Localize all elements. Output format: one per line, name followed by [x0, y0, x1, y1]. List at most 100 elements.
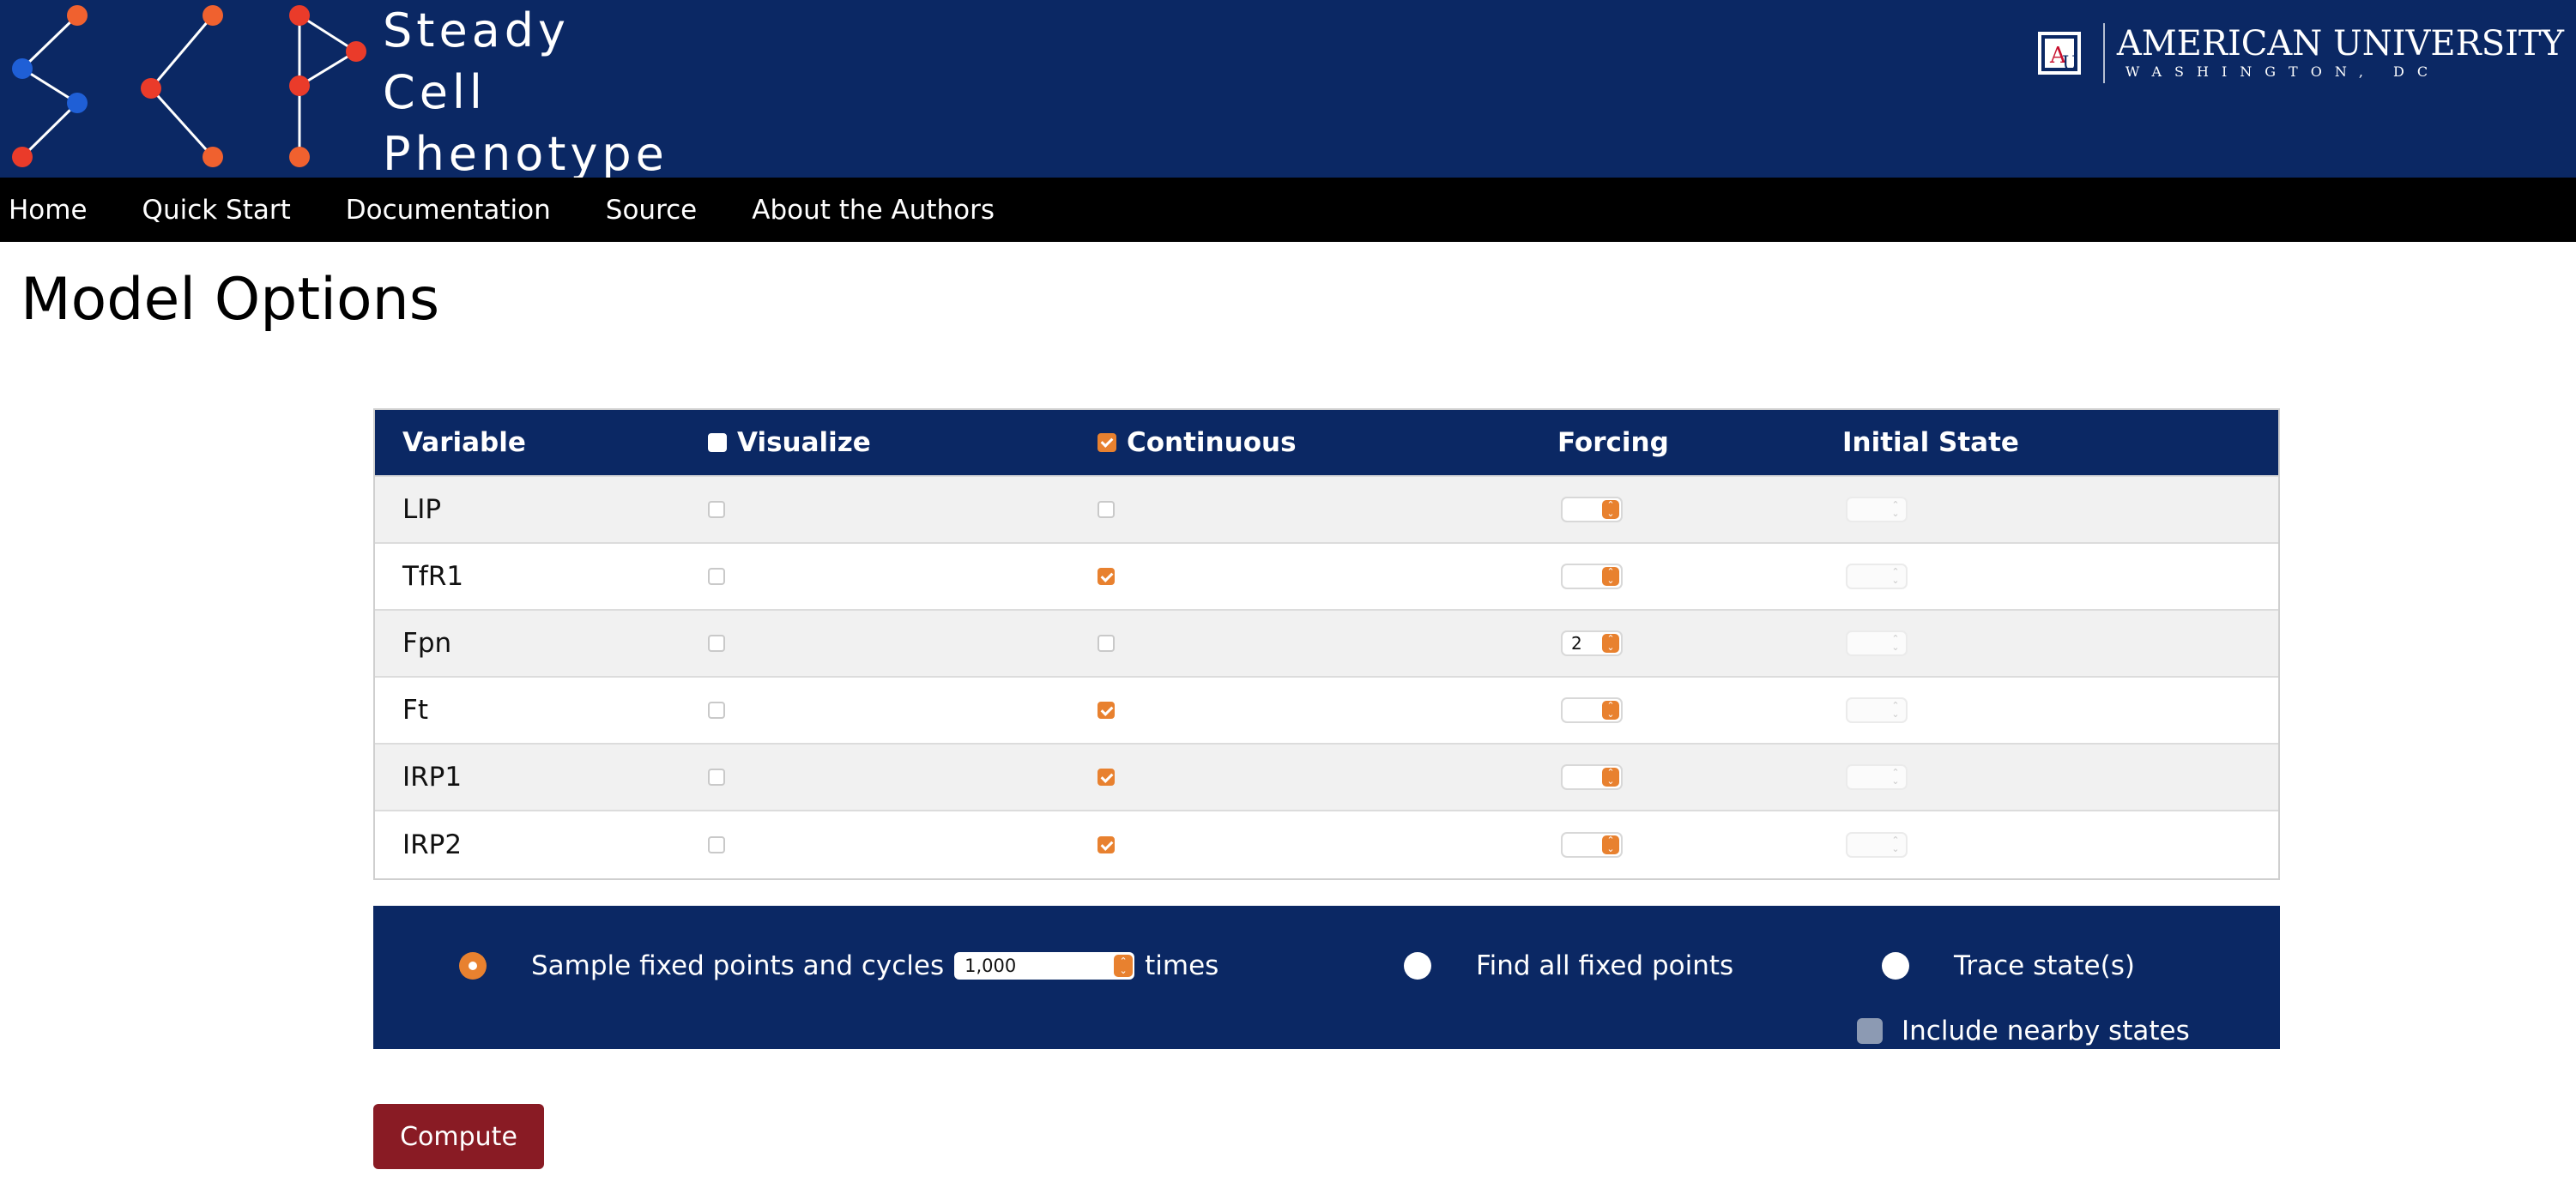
- continuous-cell: [1087, 769, 1557, 787]
- variable-label: IRP1: [402, 762, 463, 793]
- initial-state-select[interactable]: ⌃ ⌄: [1846, 630, 1908, 656]
- sample-radio[interactable]: [459, 952, 487, 980]
- continuous-cell: [1087, 836, 1557, 854]
- initial-state-select[interactable]: ⌃ ⌄: [1846, 764, 1908, 790]
- site-title-line: Steady: [383, 3, 570, 57]
- sample-count-input[interactable]: 1,000 ⌃ ⌄: [954, 952, 1135, 980]
- continuous-checkbox[interactable]: [1098, 635, 1115, 653]
- visualize-checkbox[interactable]: [708, 501, 725, 519]
- variable-name: TfR1: [375, 561, 698, 592]
- trace-label: Trace state(s): [1954, 950, 2135, 981]
- nav-home[interactable]: Home: [0, 195, 115, 226]
- continuous-all-checkbox[interactable]: [1098, 433, 1116, 452]
- forcing-select[interactable]: ⌃ ⌄: [1561, 764, 1623, 790]
- header-variable-label: Variable: [402, 427, 526, 458]
- variable-label: LIP: [402, 494, 442, 525]
- nav-documentation[interactable]: Documentation: [337, 195, 578, 226]
- sample-option: Sample fixed points and cycles 1,000 ⌃ ⌄ …: [459, 950, 1218, 981]
- variable-label: IRP2: [402, 829, 463, 860]
- visualize-cell: [698, 702, 1087, 720]
- variable-label: TfR1: [402, 561, 464, 592]
- times-label: times: [1145, 950, 1219, 981]
- visualize-cell: [698, 836, 1087, 854]
- variable-name: Ft: [375, 695, 698, 726]
- variable-name: IRP1: [375, 762, 698, 793]
- initial-state-select[interactable]: ⌃ ⌄: [1846, 832, 1908, 858]
- forcing-select[interactable]: ⌃ ⌄: [1561, 564, 1623, 589]
- find-all-option: Find all fixed points: [1404, 950, 1733, 981]
- header-continuous-label: Continuous: [1127, 427, 1297, 458]
- variable-name: IRP2: [375, 829, 698, 860]
- initial-state-cell: ⌃ ⌄: [1842, 630, 2271, 656]
- header-forcing: Forcing: [1557, 427, 1842, 458]
- trace-option: Trace state(s): [1882, 950, 2135, 981]
- table-header-row: Variable Visualize Continuous Forcing In…: [375, 410, 2278, 477]
- initial-state-cell: ⌃ ⌄: [1842, 764, 2271, 790]
- nearby-option: Include nearby states: [1857, 1016, 2190, 1046]
- continuous-checkbox[interactable]: [1098, 769, 1115, 787]
- continuous-checkbox[interactable]: [1098, 568, 1115, 586]
- forcing-select[interactable]: ⌃ ⌄: [1561, 697, 1623, 723]
- visualize-all-checkbox[interactable]: [708, 433, 727, 452]
- main-nav: Home Quick Start Documentation Source Ab…: [0, 178, 2576, 242]
- sample-label: Sample fixed points and cycles: [531, 950, 945, 981]
- visualize-checkbox[interactable]: [708, 836, 725, 854]
- sample-count-value: 1,000: [964, 956, 1017, 976]
- forcing-cell: ⌃ ⌄: [1557, 697, 1842, 723]
- include-nearby-checkbox[interactable]: [1857, 1018, 1883, 1044]
- header-visualize-label: Visualize: [737, 427, 871, 458]
- table-row: IRP1 ⌃ ⌄ ⌃ ⌄: [375, 745, 2278, 811]
- au-seal-icon: A U: [2037, 32, 2081, 75]
- header-continuous: Continuous: [1087, 427, 1557, 458]
- continuous-checkbox[interactable]: [1098, 501, 1115, 519]
- svg-text:U: U: [2062, 53, 2078, 75]
- visualize-cell: [698, 568, 1087, 586]
- site-title: Steady Cell Phenotype: [383, 0, 668, 185]
- table-row: Ft ⌃ ⌄ ⌃ ⌄: [375, 678, 2278, 745]
- visualize-checkbox[interactable]: [708, 769, 725, 787]
- visualize-cell: [698, 501, 1087, 519]
- network-logo-icon: [12, 5, 366, 167]
- stepper-arrows-icon: ⌃ ⌄: [1602, 567, 1619, 586]
- nav-source[interactable]: Source: [597, 195, 724, 226]
- header-variable: Variable: [375, 427, 698, 458]
- forcing-cell: ⌃ ⌄: [1557, 497, 1842, 522]
- compute-button[interactable]: Compute: [373, 1104, 544, 1169]
- continuous-checkbox[interactable]: [1098, 702, 1115, 720]
- stepper-arrows-icon: ⌃ ⌄: [1891, 835, 1900, 854]
- initial-state-select[interactable]: ⌃ ⌄: [1846, 697, 1908, 723]
- stepper-arrows-icon: ⌃ ⌄: [1891, 700, 1900, 720]
- table-row: IRP2 ⌃ ⌄ ⌃ ⌄: [375, 811, 2278, 878]
- include-nearby-label: Include nearby states: [1902, 1016, 2190, 1046]
- university-logo[interactable]: A U AMERICAN UNIVERSITY WASHINGTON, DC: [2036, 22, 2564, 84]
- stepper-arrows-icon: ⌃ ⌄: [1602, 701, 1619, 720]
- header-visualize: Visualize: [698, 427, 1087, 458]
- stepper-arrows-icon: ⌃ ⌄: [1891, 499, 1900, 519]
- visualize-checkbox[interactable]: [708, 568, 725, 586]
- stepper-arrows-icon: ⌃ ⌄: [1602, 634, 1619, 653]
- university-wordmark: AMERICAN UNIVERSITY WASHINGTON, DC: [2117, 25, 2564, 81]
- continuous-cell: [1087, 568, 1557, 586]
- forcing-select[interactable]: ⌃ ⌄: [1561, 832, 1623, 858]
- initial-state-select[interactable]: ⌃ ⌄: [1846, 564, 1908, 589]
- initial-state-cell: ⌃ ⌄: [1842, 697, 2271, 723]
- stepper-arrows-icon: ⌃ ⌄: [1891, 633, 1900, 653]
- header-initial-state: Initial State: [1842, 427, 2271, 458]
- continuous-cell: [1087, 635, 1557, 653]
- nav-about-authors[interactable]: About the Authors: [743, 195, 1022, 226]
- find-all-radio[interactable]: [1404, 952, 1431, 980]
- forcing-select[interactable]: 2 ⌃ ⌄: [1561, 630, 1623, 656]
- trace-radio[interactable]: [1882, 952, 1909, 980]
- continuous-checkbox[interactable]: [1098, 836, 1115, 854]
- visualize-checkbox[interactable]: [708, 635, 725, 653]
- visualize-checkbox[interactable]: [708, 702, 725, 720]
- initial-state-select[interactable]: ⌃ ⌄: [1846, 497, 1908, 522]
- forcing-cell: ⌃ ⌄: [1557, 764, 1842, 790]
- variable-label: Fpn: [402, 628, 452, 659]
- stepper-arrows-icon: ⌃ ⌄: [1891, 767, 1900, 787]
- stepper-arrows-icon: ⌃ ⌄: [1602, 768, 1619, 787]
- forcing-select[interactable]: ⌃ ⌄: [1561, 497, 1623, 522]
- nav-quick-start[interactable]: Quick Start: [134, 195, 318, 226]
- university-name: AMERICAN UNIVERSITY: [2116, 24, 2564, 63]
- variable-name: Fpn: [375, 628, 698, 659]
